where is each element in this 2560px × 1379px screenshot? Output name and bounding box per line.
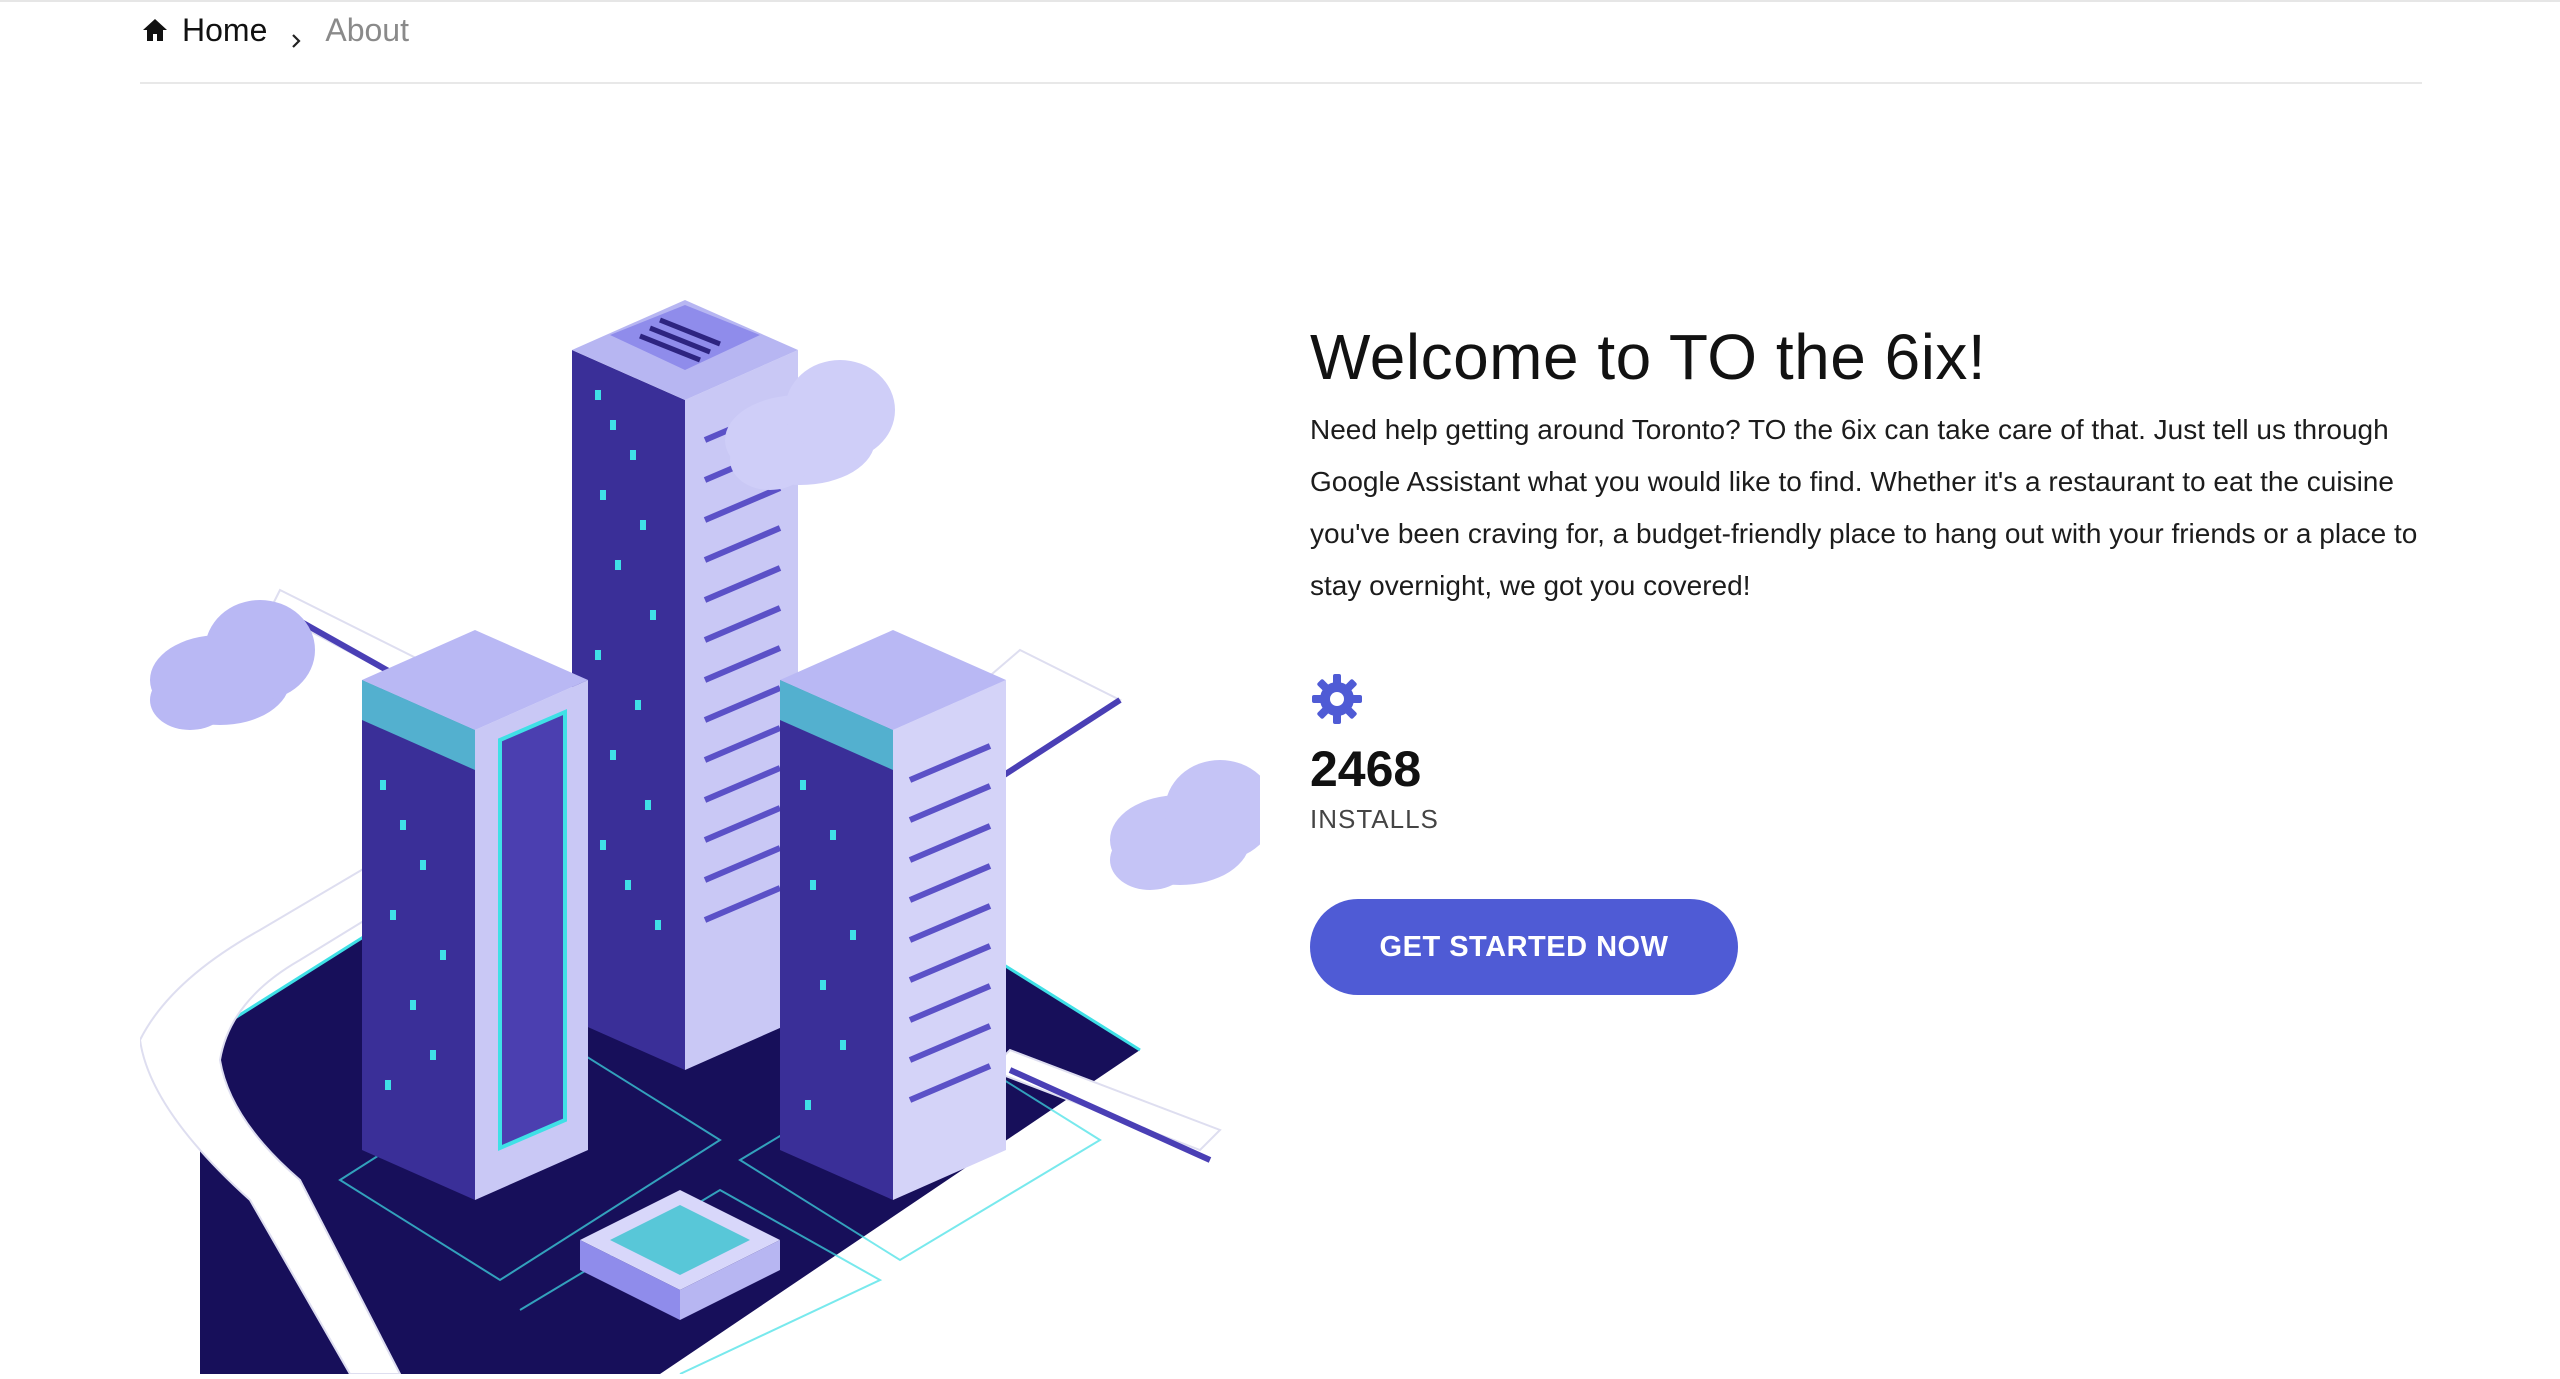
gear-icon	[1310, 672, 1364, 726]
breadcrumb-divider	[140, 82, 2422, 84]
breadcrumb-home-link[interactable]: Home	[182, 12, 267, 49]
about-content: Welcome to TO the 6ix! Need help getting…	[1310, 320, 2440, 995]
about-description: Need help getting around Toronto? TO the…	[1310, 414, 2418, 601]
city-illustration	[138, 280, 1275, 1375]
chevron-right-icon	[287, 21, 305, 48]
breadcrumb-current: About	[325, 11, 409, 48]
installs-count: 2468	[1310, 741, 1422, 797]
get-started-button[interactable]: GET STARTED NOW	[1310, 899, 1738, 995]
home-icon[interactable]	[140, 15, 170, 45]
breadcrumb: Home About	[140, 0, 409, 60]
page-title: Welcome to TO the 6ix!	[1310, 321, 1987, 393]
installs-label: INSTALLS	[1310, 804, 1439, 834]
